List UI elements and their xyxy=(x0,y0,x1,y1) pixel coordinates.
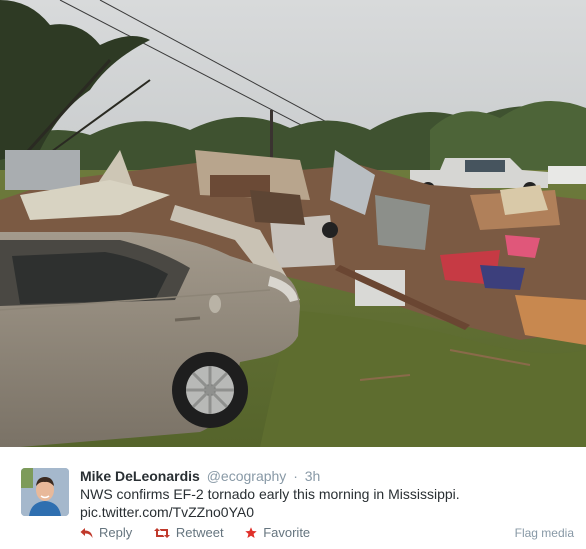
retweet-label: Retweet xyxy=(175,525,224,540)
media-link[interactable]: pic.twitter.com/TvZZno0YA0 xyxy=(80,503,560,521)
tweet-text-line: NWS confirms EF-2 tornado early this mor… xyxy=(80,486,460,502)
tweet-card: Mike DeLeonardis @ecography · 3h NWS con… xyxy=(0,447,586,549)
favorite-button[interactable]: Favorite xyxy=(245,525,310,543)
avatar[interactable] xyxy=(21,468,69,516)
reply-arrow-icon xyxy=(80,527,93,543)
author-name[interactable]: Mike DeLeonardis xyxy=(80,468,200,484)
tweet-timestamp[interactable]: 3h xyxy=(305,468,321,484)
header-separator: · xyxy=(293,468,298,484)
author-handle[interactable]: @ecography xyxy=(207,468,287,484)
tweet-header: Mike DeLeonardis @ecography · 3h xyxy=(80,467,320,485)
reply-button[interactable]: Reply xyxy=(80,525,132,543)
tweet-actions: Reply Retweet Favorite xyxy=(80,525,328,543)
favorite-label: Favorite xyxy=(263,525,311,540)
favorite-star-icon xyxy=(245,527,257,543)
tornado-damage-photo xyxy=(0,0,586,447)
retweet-icon xyxy=(153,527,170,543)
avatar-image xyxy=(21,468,69,516)
tweet-text: NWS confirms EF-2 tornado early this mor… xyxy=(80,485,560,521)
flag-media-link[interactable]: Flag media xyxy=(515,525,574,541)
tweet-media-photo[interactable] xyxy=(0,0,586,447)
retweet-button[interactable]: Retweet xyxy=(153,525,224,543)
reply-label: Reply xyxy=(99,525,133,540)
